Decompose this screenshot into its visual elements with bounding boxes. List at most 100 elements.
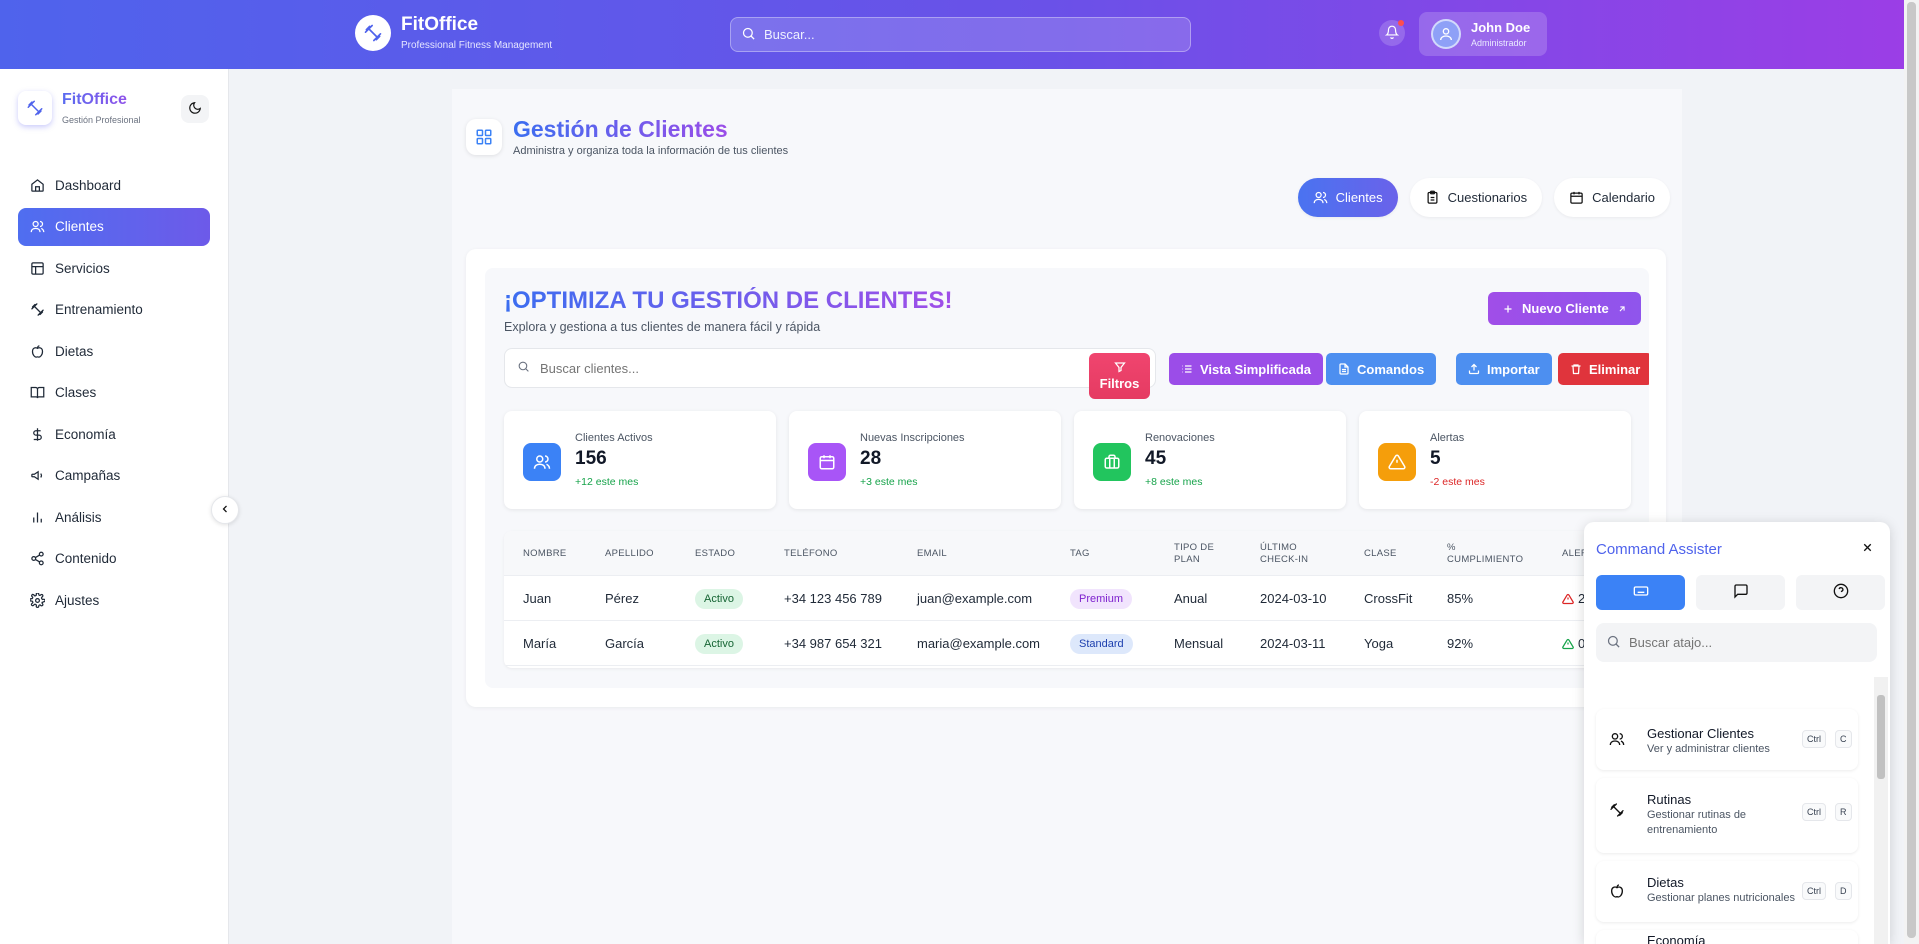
client-search[interactable] (504, 348, 1156, 388)
shortcut-search-input[interactable] (1629, 635, 1859, 650)
tab-label: Calendario (1592, 190, 1655, 205)
sidebar-collapse-button[interactable] (211, 496, 239, 524)
stat-card-new-enrollments: Nuevas Inscripciones 28 +3 este mes (789, 411, 1061, 509)
shortcut-title: Rutinas (1647, 792, 1692, 807)
sidebar-item-label: Contenido (55, 551, 117, 566)
column-header[interactable]: TAG (1070, 531, 1090, 576)
shortcut-modifier: Ctrl (1802, 882, 1826, 900)
new-client-label: Nuevo Cliente (1522, 301, 1609, 316)
delete-button[interactable]: Eliminar (1558, 353, 1649, 385)
global-search[interactable] (730, 17, 1191, 52)
column-header[interactable]: ÚLTIMO CHECK-IN (1260, 531, 1308, 576)
table-row[interactable]: María García Activo +34 987 654 321 mari… (504, 621, 1649, 666)
shortcut-title: Dietas (1647, 875, 1684, 890)
notifications-button[interactable] (1379, 20, 1405, 46)
tab-calendario[interactable]: Calendario (1554, 178, 1670, 217)
tab-help[interactable] (1796, 575, 1885, 610)
page-scrollbar[interactable] (1904, 0, 1919, 944)
clients-panel: ¡OPTIMIZA TU GESTIÓN DE CLIENTES! Explor… (485, 268, 1649, 688)
shortcut-desc: Ver y administrar clientes (1647, 743, 1770, 755)
cell-email: juan@example.com (917, 591, 1033, 606)
cell-nombre: María (523, 636, 557, 651)
sidebar-item-contenido[interactable]: Contenido (18, 540, 210, 578)
sidebar-item-campanas[interactable]: Campañas (18, 457, 210, 495)
simplified-view-button[interactable]: Vista Simplificada (1169, 353, 1324, 385)
sidebar-item-clases[interactable]: Clases (18, 374, 210, 412)
shortcut-search[interactable] (1596, 623, 1877, 662)
sidebar-item-dietas[interactable]: Dietas (18, 332, 210, 370)
sidebar-item-dashboard[interactable]: Dashboard (18, 166, 210, 204)
top-brand[interactable]: FitOffice Professional Fitness Managemen… (355, 14, 552, 51)
cell-estado: Activo (695, 621, 743, 666)
shortcut-list-scrollbar[interactable] (1874, 677, 1888, 944)
stat-label: Renovaciones (1145, 432, 1215, 444)
sidebar-item-ajustes[interactable]: Ajustes (18, 581, 210, 619)
sidebar-item-label: Clases (55, 385, 97, 400)
column-header[interactable]: EMAIL (917, 531, 947, 576)
cell-apellido: Pérez (605, 591, 639, 606)
close-button[interactable] (1858, 540, 1876, 558)
cell-checkin: 2024-03-10 (1260, 591, 1327, 606)
tab-chat[interactable] (1696, 575, 1785, 610)
message-icon (1733, 583, 1749, 602)
sidebar-item-label: Economía (55, 426, 116, 442)
home-icon (29, 177, 45, 193)
shortcut-item[interactable]: Gestionar Clientes Ver y administrar cli… (1596, 709, 1858, 770)
hero-title: ¡OPTIMIZA TU GESTIÓN DE CLIENTES! (504, 287, 953, 314)
sidebar-brand[interactable]: FitOffice Gestión Profesional (18, 91, 141, 125)
page-title: Gestión de Clientes (513, 116, 728, 142)
tab-shortcuts[interactable] (1596, 575, 1685, 610)
stat-trend: -2 este mes (1430, 476, 1485, 488)
sidebar-item-economia[interactable]: Economía (18, 415, 210, 453)
page-scrollbar-thumb[interactable] (1907, 2, 1916, 938)
shortcut-title: Gestionar Clientes (1647, 726, 1754, 741)
import-label: Importar (1487, 361, 1540, 377)
shortcut-item[interactable]: Rutinas Gestionar rutinas de entrenamien… (1596, 778, 1858, 853)
page-subtitle: Administra y organiza toda la informació… (513, 145, 789, 157)
file-icon (1338, 363, 1350, 375)
warning-icon (1562, 593, 1574, 605)
filters-button[interactable]: Filtros (1089, 353, 1150, 399)
tab-cuestionarios[interactable]: Cuestionarios (1409, 178, 1543, 217)
shortcut-item[interactable]: Dietas Gestionar planes nutricionales Ct… (1596, 861, 1858, 922)
sidebar-item-analisis[interactable]: Análisis (18, 498, 210, 536)
commands-button[interactable]: Comandos (1326, 353, 1437, 385)
scrollbar-thumb[interactable] (1877, 695, 1885, 779)
sidebar-item-servicios[interactable]: Servicios (18, 249, 210, 287)
theme-toggle-button[interactable] (181, 95, 209, 123)
stat-value: 5 (1430, 448, 1441, 469)
column-header[interactable]: % CUMPLIMIENTO (1447, 531, 1523, 576)
user-menu[interactable]: John Doe Administrador (1419, 12, 1547, 56)
table-row[interactable]: Juan Pérez Activo +34 123 456 789 juan@e… (504, 576, 1649, 621)
shortcut-key: R (1835, 803, 1852, 821)
column-header[interactable]: TIPO DE PLAN (1174, 531, 1214, 576)
new-client-button[interactable]: Nuevo Cliente (1488, 292, 1641, 325)
client-search-input[interactable] (540, 360, 1060, 376)
bell-icon (1384, 25, 1400, 42)
user-role: Administrador (1471, 38, 1527, 48)
column-header[interactable]: TELÉFONO (784, 531, 838, 576)
sidebar-item-entrenamiento[interactable]: Entrenamiento (18, 291, 210, 329)
command-tabs (1596, 575, 1890, 610)
shortcut-item[interactable]: Economía (1596, 930, 1858, 944)
column-header[interactable]: CLASE (1364, 531, 1397, 576)
table-header: NOMBRE APELLIDO ESTADO TELÉFONO EMAIL TA… (504, 531, 1649, 576)
tag-badge: Premium (1070, 588, 1133, 609)
column-header[interactable]: APELLIDO (605, 531, 654, 576)
delete-label: Eliminar (1589, 361, 1641, 377)
plus-icon (1502, 303, 1514, 315)
tab-clientes[interactable]: Clientes (1297, 178, 1398, 217)
dumbbell-icon (29, 302, 45, 318)
search-icon (517, 360, 530, 376)
sidebar-item-label: Entrenamiento (55, 302, 143, 317)
sidebar-item-label: Campañas (55, 468, 121, 483)
stat-value: 156 (575, 448, 607, 469)
sidebar-item-label: Servicios (55, 260, 110, 276)
sidebar: FitOffice Gestión Profesional Dashboard … (0, 69, 229, 944)
column-header[interactable]: ESTADO (695, 531, 735, 576)
global-search-input[interactable] (764, 27, 1164, 42)
avatar (1431, 19, 1461, 49)
import-button[interactable]: Importar (1456, 353, 1552, 385)
sidebar-item-clientes[interactable]: Clientes (18, 207, 210, 246)
column-header[interactable]: NOMBRE (523, 531, 567, 576)
